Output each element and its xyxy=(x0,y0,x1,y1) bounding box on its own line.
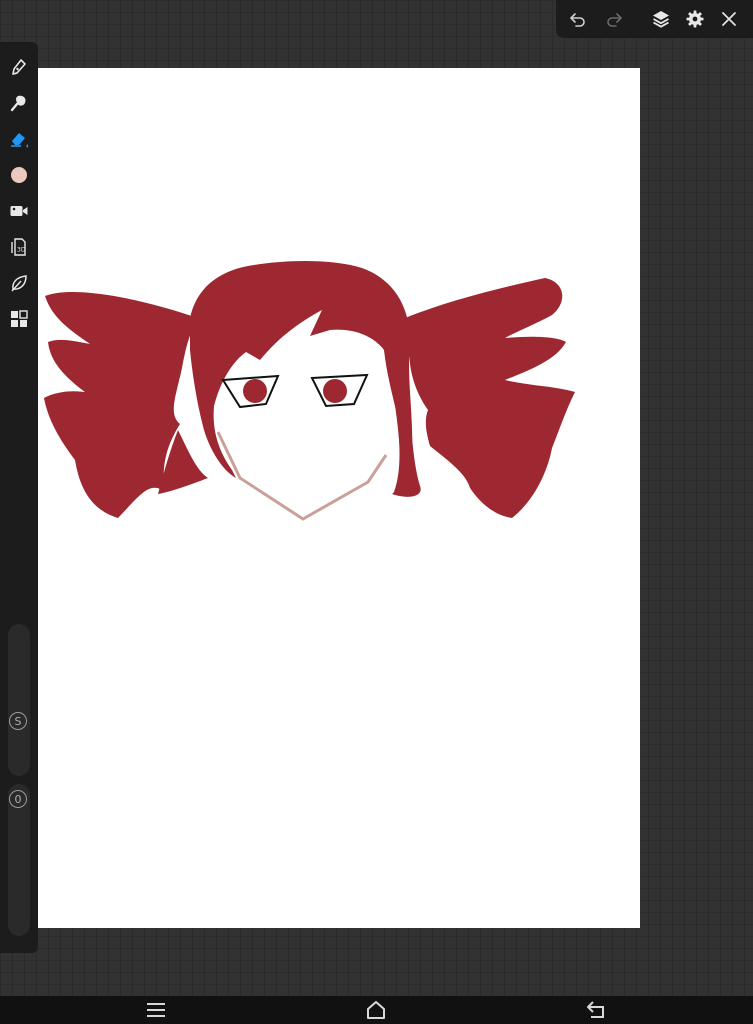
settings-button[interactable] xyxy=(683,7,707,31)
left-toolbar: 3D S 0 xyxy=(0,42,38,953)
leaf-tool-button[interactable] xyxy=(6,270,32,296)
back-icon xyxy=(587,1001,604,1018)
pen-icon xyxy=(12,59,26,75)
smudge-tool-button[interactable] xyxy=(6,90,32,116)
3d-tool-button[interactable]: 3D xyxy=(6,234,32,260)
redo-icon xyxy=(607,13,622,27)
eraser-tool-button[interactable] xyxy=(6,126,32,152)
menu-icon xyxy=(147,1003,165,1017)
3d-icon: 3D xyxy=(11,238,26,256)
color-picker-button[interactable] xyxy=(6,162,32,188)
eraser-icon xyxy=(11,133,28,148)
undo-icon xyxy=(570,13,585,27)
home-button[interactable] xyxy=(362,998,390,1022)
video-camera-icon xyxy=(10,206,28,216)
close-button[interactable] xyxy=(717,7,741,31)
svg-text:3D: 3D xyxy=(17,247,26,254)
brush-tool-button[interactable] xyxy=(6,54,32,80)
grid-tool-button[interactable] xyxy=(6,306,32,332)
opacity-knob[interactable]: 0 xyxy=(9,790,27,808)
gear-icon xyxy=(686,10,704,28)
redo-button[interactable] xyxy=(602,7,626,31)
brush-size-slider[interactable] xyxy=(8,624,30,776)
smudge-icon xyxy=(10,95,26,112)
drawing-canvas[interactable] xyxy=(38,68,640,928)
grid-icon xyxy=(11,310,28,327)
system-nav-bar xyxy=(0,996,753,1024)
menu-button[interactable] xyxy=(142,998,170,1022)
brush-size-knob[interactable]: S xyxy=(9,712,27,730)
top-action-bar xyxy=(556,0,753,38)
layers-button[interactable] xyxy=(649,7,673,31)
leaf-icon xyxy=(11,275,27,292)
layers-icon xyxy=(653,11,669,28)
home-icon xyxy=(367,1001,385,1019)
undo-button[interactable] xyxy=(566,7,590,31)
color-swatch-icon xyxy=(11,167,27,183)
record-tool-button[interactable] xyxy=(6,198,32,224)
close-icon xyxy=(722,12,736,26)
back-button[interactable] xyxy=(582,998,610,1022)
